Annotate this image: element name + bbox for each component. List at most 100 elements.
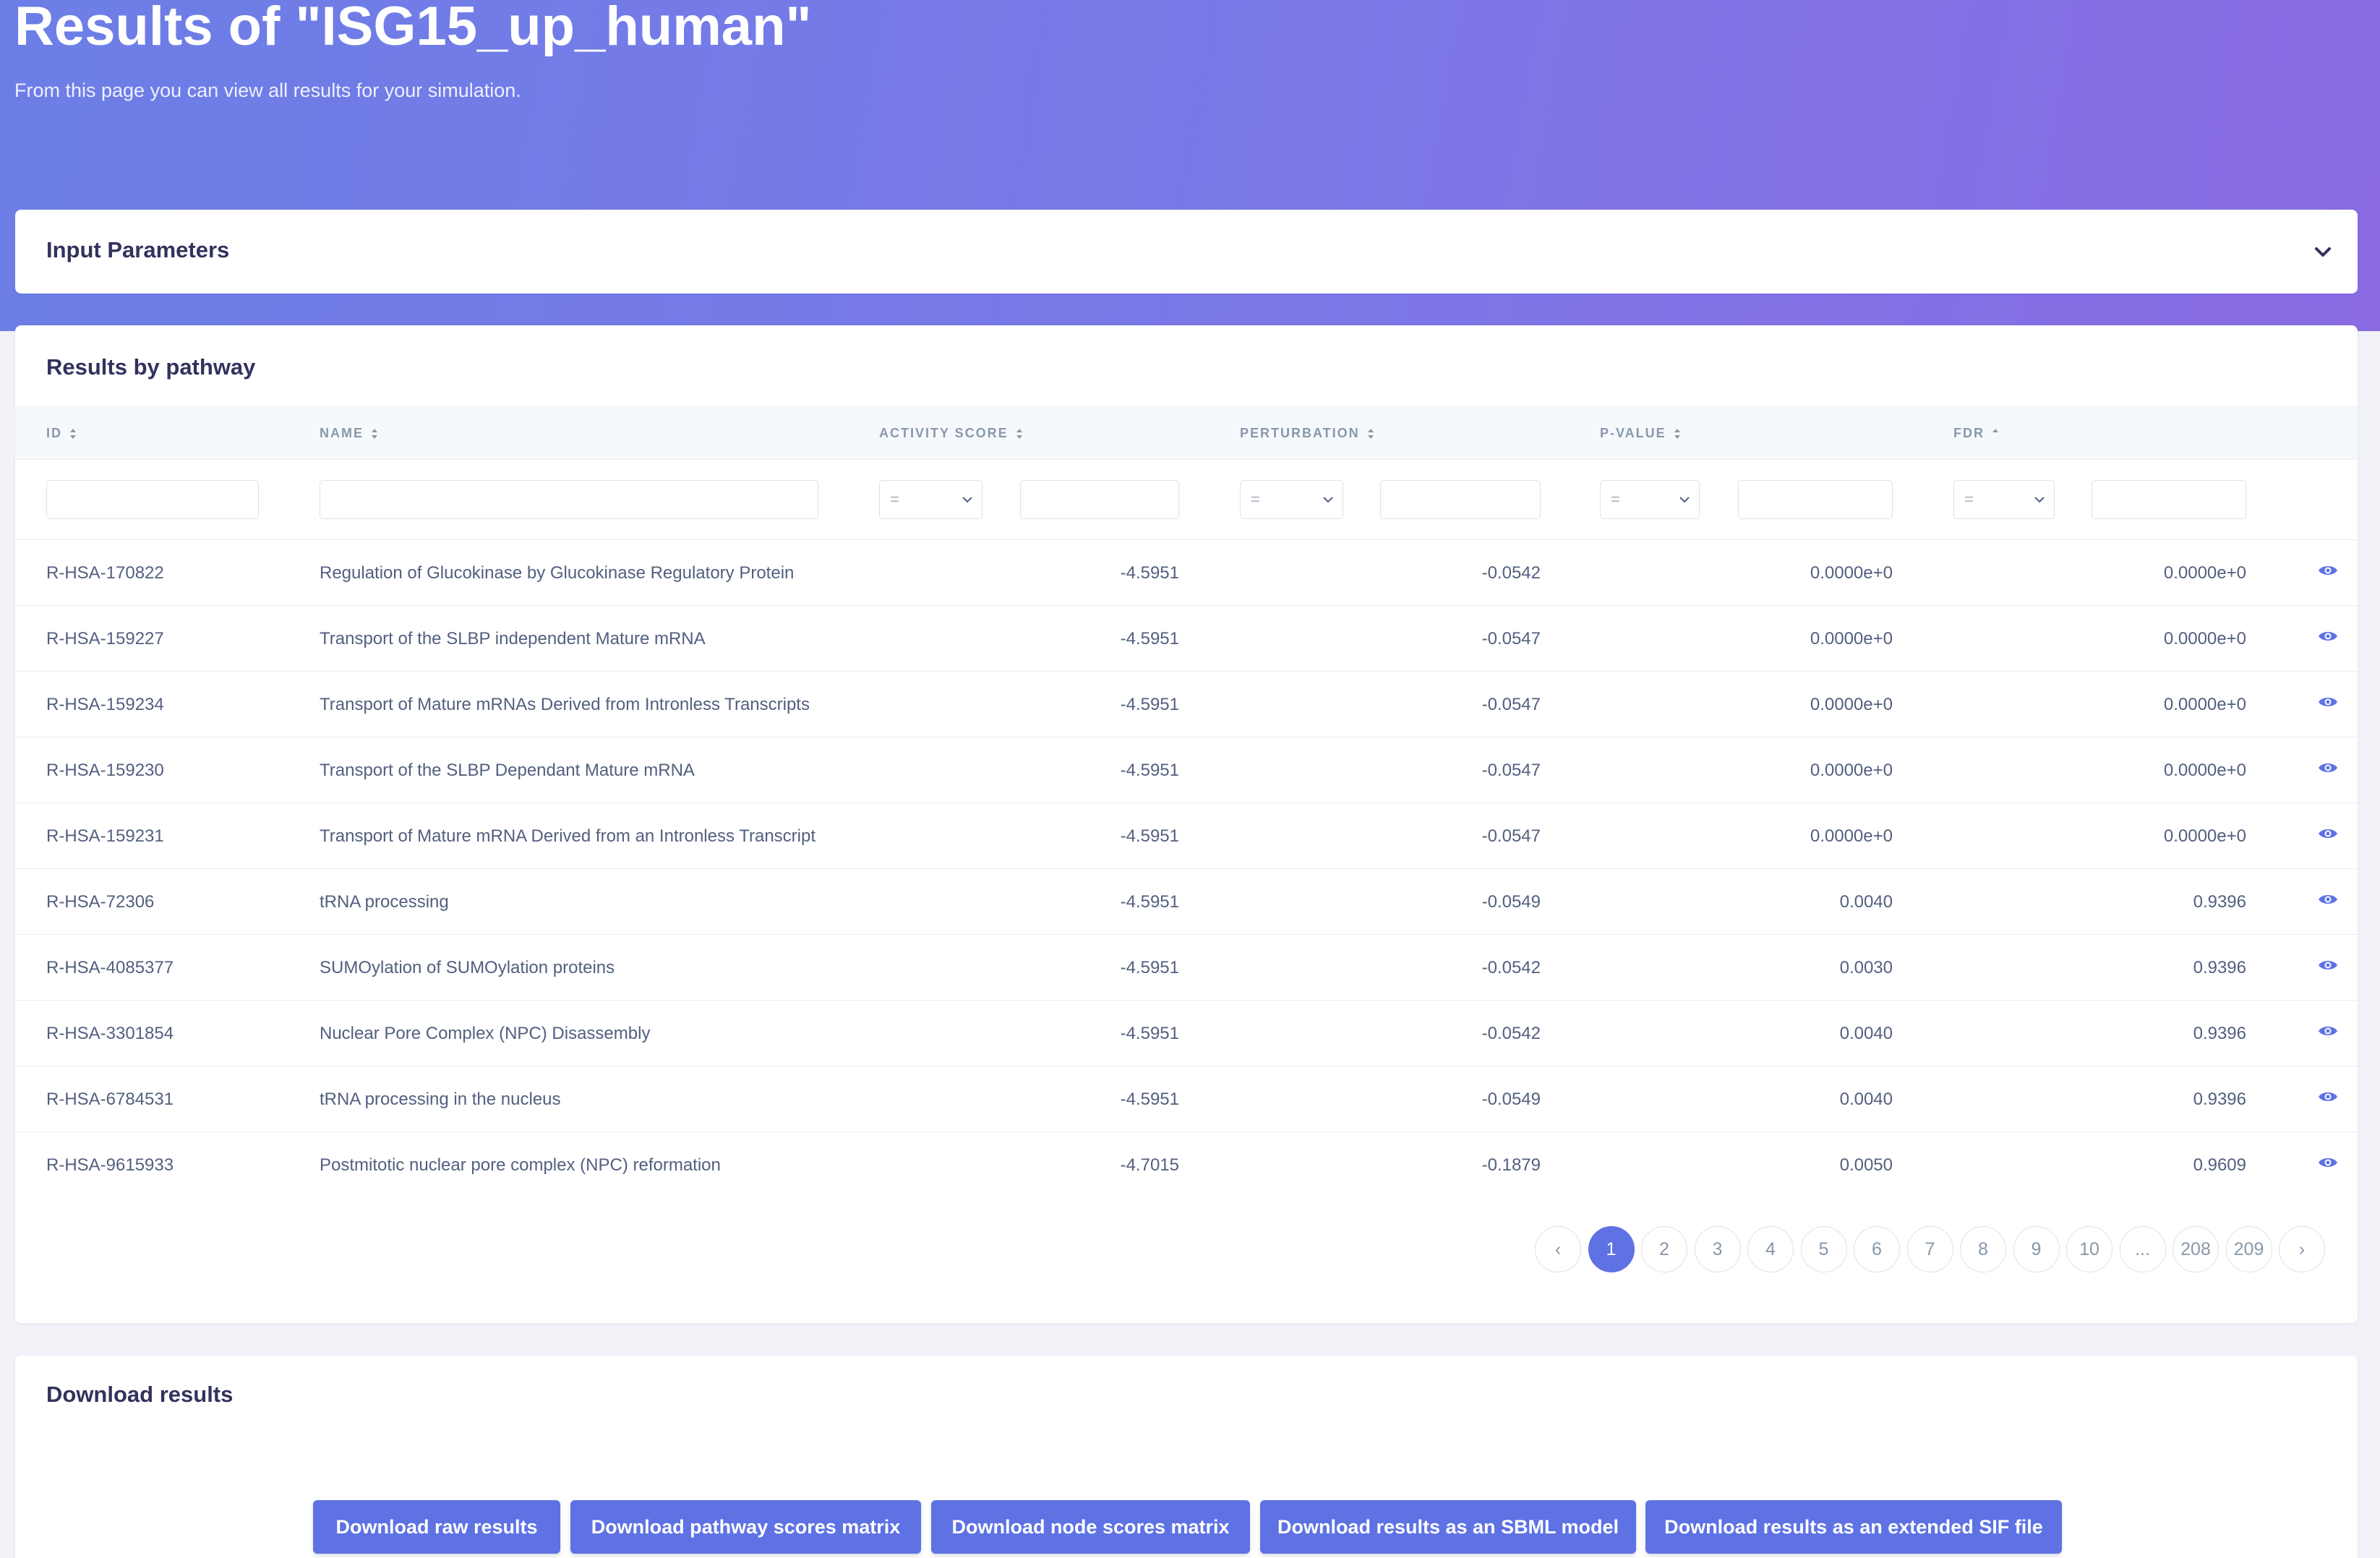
column-header-activity-score[interactable]: ACTIVITY SCORE: [879, 426, 1024, 441]
column-header-name[interactable]: NAME: [320, 426, 380, 441]
activity-filter-input[interactable]: [1020, 480, 1179, 519]
eye-icon[interactable]: [2318, 958, 2338, 972]
page-button-10[interactable]: 10: [2066, 1226, 2113, 1272]
pathway-name: tRNA processing: [320, 892, 449, 912]
chevron-down-icon[interactable]: [2314, 243, 2332, 260]
page-button-4[interactable]: 4: [1747, 1226, 1794, 1272]
chevron-down-icon: [2034, 497, 2045, 503]
sort-icon: [1367, 429, 1374, 440]
fdr-operator-select[interactable]: =: [1953, 480, 2055, 519]
input-parameters-card[interactable]: Input Parameters: [15, 210, 2358, 294]
fdr-value: 0.0000e+0: [2163, 695, 2246, 714]
table-row: R-HSA-6784531 tRNA processing in the nucl…: [15, 1066, 2358, 1131]
id-filter-input[interactable]: [46, 480, 259, 519]
page-button-2[interactable]: 2: [1641, 1226, 1687, 1272]
p-value: 0.0000e+0: [1810, 629, 1893, 649]
page-button-9[interactable]: 9: [2013, 1226, 2060, 1272]
pathway-name: Transport of Mature mRNA Derived from an…: [320, 826, 816, 846]
pathway-id: R-HSA-159234: [46, 695, 164, 714]
page-button-209[interactable]: 209: [2225, 1226, 2272, 1272]
pathway-name: Nuclear Pore Complex (NPC) Disassembly: [320, 1024, 651, 1043]
download-title: Download results: [46, 1382, 234, 1407]
sort-icon: [1016, 429, 1022, 440]
pathway-name: Transport of the SLBP Dependant Mature m…: [320, 761, 695, 780]
perturbation-value: -0.0549: [1481, 892, 1541, 912]
p-value: 0.0040: [1839, 1024, 1893, 1043]
p-value: 0.0040: [1839, 1090, 1893, 1109]
fdr-filter-input[interactable]: [2092, 480, 2246, 519]
perturbation-value: -0.0547: [1481, 826, 1541, 846]
activity-operator-select[interactable]: =: [879, 480, 983, 519]
eye-icon[interactable]: [2318, 761, 2338, 775]
pathway-id: R-HSA-9615933: [46, 1155, 174, 1175]
page-button-5[interactable]: 5: [1800, 1226, 1847, 1272]
previous-page-button[interactable]: ‹: [1535, 1226, 1581, 1272]
eye-icon[interactable]: [2318, 892, 2338, 907]
eye-icon[interactable]: [2318, 563, 2338, 578]
perturbation-value: -0.0549: [1481, 1090, 1541, 1109]
download-raw-results-button[interactable]: Download raw results: [313, 1500, 560, 1554]
perturbation-value: -0.0547: [1481, 695, 1541, 714]
chevron-down-icon: [962, 497, 972, 503]
page-button-7[interactable]: 7: [1906, 1226, 1953, 1272]
p-value: 0.0000e+0: [1810, 695, 1893, 714]
pathway-id: R-HSA-159231: [46, 826, 164, 846]
p-value-filter-input[interactable]: [1738, 480, 1893, 519]
pathway-name: Regulation of Glucokinase by Glucokinase…: [320, 563, 795, 583]
download-pathway-scores-button[interactable]: Download pathway scores matrix: [570, 1500, 921, 1554]
table-row: R-HSA-4085377 SUMOylation of SUMOylation …: [15, 934, 2358, 1000]
fdr-value: 0.9396: [2193, 1024, 2246, 1043]
eye-icon[interactable]: [2318, 1090, 2338, 1104]
page-button-208[interactable]: 208: [2173, 1226, 2219, 1272]
pathway-id: R-HSA-4085377: [46, 958, 174, 977]
download-node-scores-button[interactable]: Download node scores matrix: [931, 1500, 1250, 1554]
pathway-id: R-HSA-159227: [46, 629, 164, 649]
p-value: 0.0000e+0: [1810, 563, 1893, 583]
page-button-8[interactable]: 8: [1960, 1226, 2006, 1272]
eye-icon[interactable]: [2318, 695, 2338, 709]
perturbation-value: -0.0547: [1481, 761, 1541, 780]
perturbation-operator-select[interactable]: =: [1240, 480, 1343, 519]
fdr-value: 0.9396: [2193, 1090, 2246, 1109]
pathway-id: R-HSA-72306: [46, 892, 155, 912]
next-page-button[interactable]: ›: [2279, 1226, 2325, 1272]
table-row: R-HSA-9615933 Postmitotic nuclear pore co…: [15, 1131, 2358, 1197]
column-header-perturbation[interactable]: PERTURBATION: [1240, 426, 1376, 441]
pathway-name: Postmitotic nuclear pore complex (NPC) r…: [320, 1155, 721, 1175]
page-button-6[interactable]: 6: [1854, 1226, 1900, 1272]
download-sbml-button[interactable]: Download results as an SBML model: [1260, 1500, 1636, 1554]
page-button-1[interactable]: 1: [1588, 1226, 1635, 1272]
pathway-id: R-HSA-170822: [46, 563, 164, 583]
column-header-id[interactable]: ID: [46, 426, 78, 441]
eye-icon[interactable]: [2318, 1024, 2338, 1038]
activity-score: -4.5951: [1120, 695, 1179, 714]
eye-icon[interactable]: [2318, 1155, 2338, 1170]
fdr-value: 0.0000e+0: [2163, 629, 2246, 649]
column-header-p-value[interactable]: P-VALUE: [1600, 426, 1682, 441]
fdr-value: 0.9609: [2193, 1155, 2246, 1175]
filter-row: = = = =: [15, 460, 2358, 539]
fdr-value: 0.0000e+0: [2163, 761, 2246, 780]
column-header-fdr[interactable]: FDR: [1953, 426, 2000, 441]
p-value: 0.0000e+0: [1810, 826, 1893, 846]
download-sif-button[interactable]: Download results as an extended SIF file: [1645, 1500, 2062, 1554]
p-value: 0.0000e+0: [1810, 761, 1893, 780]
p-value-operator-select[interactable]: =: [1600, 480, 1700, 519]
pathway-id: R-HSA-6784531: [46, 1090, 174, 1109]
results-title: Results by pathway: [46, 354, 256, 380]
pathway-id: R-HSA-159230: [46, 761, 164, 780]
perturbation-value: -0.0542: [1481, 1024, 1541, 1043]
table-row: R-HSA-3301854 Nuclear Pore Complex (NPC) …: [15, 1000, 2358, 1066]
chevron-down-icon: [1679, 497, 1690, 503]
activity-score: -4.5951: [1120, 1090, 1179, 1109]
sort-ascending-icon: [1992, 429, 1998, 433]
pathway-name: Transport of the SLBP independent Mature…: [320, 629, 706, 649]
name-filter-input[interactable]: [320, 480, 818, 519]
eye-icon[interactable]: [2318, 629, 2338, 643]
eye-icon[interactable]: [2318, 826, 2338, 841]
perturbation-filter-input[interactable]: [1380, 480, 1541, 519]
fdr-value: 0.0000e+0: [2163, 826, 2246, 846]
input-parameters-title: Input Parameters: [46, 237, 230, 262]
page-button-3[interactable]: 3: [1694, 1226, 1741, 1272]
pathway-id: R-HSA-3301854: [46, 1024, 174, 1043]
